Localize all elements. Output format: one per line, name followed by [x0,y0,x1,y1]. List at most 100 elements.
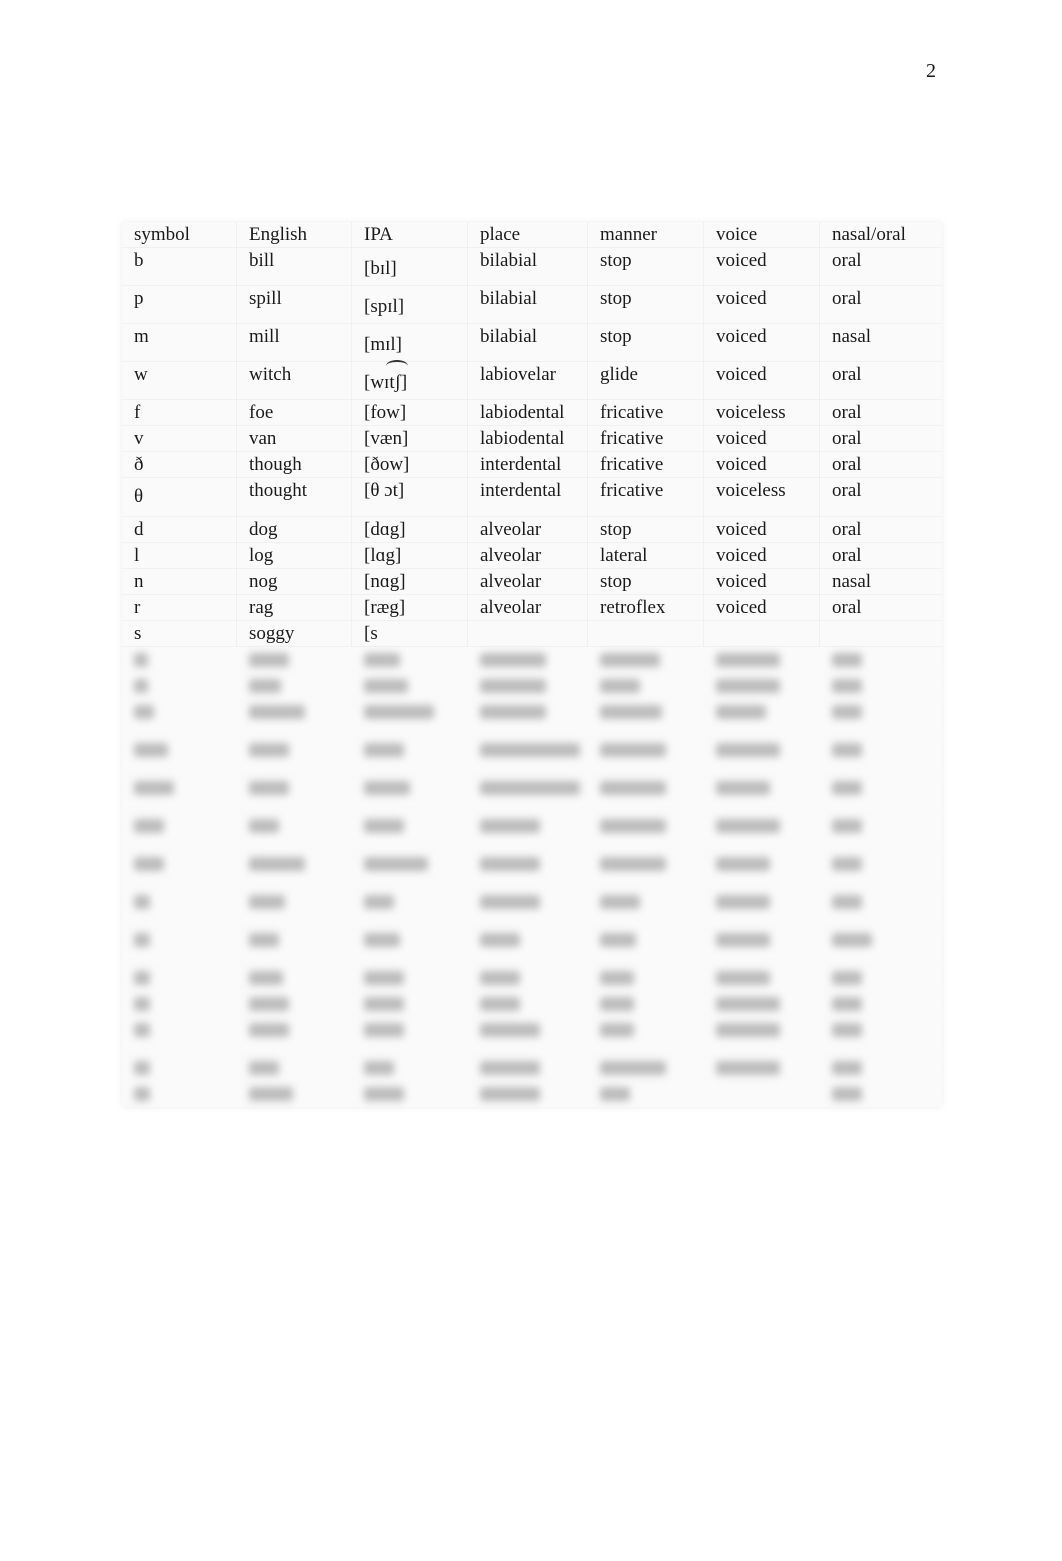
redacted-text [364,653,400,667]
obscured-cell [588,927,704,964]
obscured-cell [237,1081,352,1108]
redacted-text [364,705,434,719]
obscured-cell [237,1055,352,1082]
cell-manner: fricative [588,400,704,425]
obscured-cell [704,851,820,888]
redacted-text [832,819,862,833]
obscured-cell [468,1055,588,1082]
redacted-text [134,679,148,693]
cell-english: nog [237,569,352,594]
obscured-cell [820,647,942,674]
obscured-row [122,851,942,889]
cell-nasal-oral: nasal [832,571,872,592]
obscured-cell [468,647,588,674]
obscured-row [122,991,942,1018]
cell-nasal-oral [820,621,942,646]
cell-ipa: [mɪl] [352,324,468,361]
cell-voice: voiced [704,248,820,285]
table-row: ð though [ðow] interdental fricative voiced or… [122,452,942,478]
obscured-cell [352,737,468,774]
obscured-row [122,1055,942,1082]
obscured-cell [122,851,237,888]
redacted-text [134,653,148,667]
obscured-cell [122,673,237,700]
obscured-cell [237,991,352,1018]
cell-manner: stop [588,517,704,542]
table-row: n nog [nɑg] alveolar stop voiced nasal [122,569,942,595]
redacted-text [249,1087,293,1101]
redacted-text [134,705,154,719]
redacted-text [480,971,520,985]
redacted-text [364,679,408,693]
cell-manner: fricative [588,426,704,451]
table-row: θ thought [θ ɔt] interdental fricative voicel… [122,478,942,517]
cell-manner: fricative [588,478,704,516]
obscured-cell [468,851,588,888]
redacted-text [716,781,770,795]
redacted-text [364,819,404,833]
obscured-cell [820,1081,942,1108]
cell-voice: voiceless [704,400,820,425]
obscured-cell [704,991,820,1018]
obscured-cell [122,927,237,964]
redacted-text [364,1023,404,1037]
cell-manner: stop [588,286,704,323]
obscured-cell [468,813,588,850]
cell-nasal-oral: oral [832,288,862,309]
cell-place: alveolar [468,517,588,542]
header-english: English [237,222,352,247]
obscured-cell [704,1081,820,1108]
redacted-text [832,679,862,693]
obscured-cell [704,647,820,674]
cell-english: spill [237,286,352,323]
redacted-text [832,1023,862,1037]
redacted-text [716,819,780,833]
cell-manner: glide [588,362,704,399]
obscured-cell [122,647,237,674]
header-nasal-oral: nasal/oral [832,224,906,245]
obscured-cell [237,927,352,964]
cell-place: alveolar [468,569,588,594]
obscured-row [122,737,942,775]
redacted-text [480,1087,540,1101]
redacted-text [249,971,283,985]
redacted-text [832,1061,862,1075]
cell-symbol: ð [122,452,237,477]
obscured-cell [820,889,942,926]
obscured-cell [588,851,704,888]
redacted-text [480,1061,540,1075]
cell-place: labiodental [468,400,588,425]
obscured-cell [122,775,237,812]
redacted-text [134,819,164,833]
obscured-cell [352,889,468,926]
obscured-cell [820,991,942,1018]
obscured-cell [820,965,942,992]
obscured-cell [352,965,468,992]
obscured-cell [588,1017,704,1054]
cell-ipa: [bɪl] [352,248,468,285]
redacted-text [716,743,780,757]
obscured-cell [237,851,352,888]
cell-symbol: p [122,286,237,323]
cell-place: alveolar [468,595,588,620]
redacted-text [134,997,150,1011]
redacted-text [832,971,862,985]
cell-symbol: w [122,362,237,399]
cell-symbol: s [122,621,237,646]
obscured-cell [588,647,704,674]
cell-nasal-oral: oral [832,480,862,501]
redacted-text [249,857,305,871]
obscured-cell [122,965,237,992]
cell-ipa: [fow] [352,400,468,425]
redacted-text [249,781,289,795]
cell-ipa: [dɑg] [352,517,468,542]
cell-english: witch [237,362,352,399]
obscured-row [122,1017,942,1055]
obscured-cell [352,673,468,700]
obscured-cell [237,889,352,926]
redacted-text [480,1023,540,1037]
table-row: l log [lɑg] alveolar lateral voiced oral [122,543,942,569]
cell-nasal-oral: oral [832,519,862,540]
cell-nasal-oral: oral [832,402,862,423]
cell-voice: voiced [704,569,820,594]
